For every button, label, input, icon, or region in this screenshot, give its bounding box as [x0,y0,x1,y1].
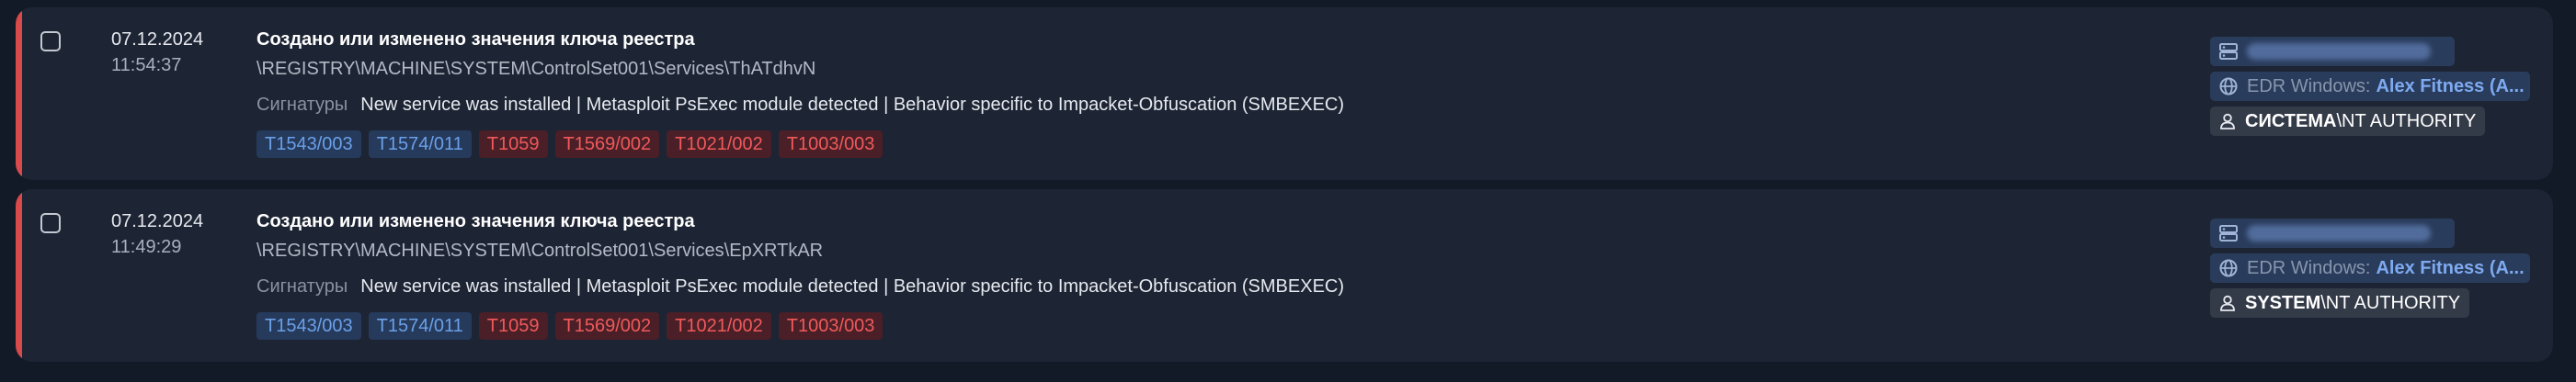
server-icon [2219,43,2238,60]
technique-tag[interactable]: T1003/003 [778,130,883,158]
severity-indicator [16,189,22,362]
signatures-row: Сигнатуры New service was installed | Met… [256,276,1344,298]
signatures-label: Сигнатуры [256,95,348,115]
technique-tags: T1543/003 T1574/011 T1059 T1569/002 T102… [256,130,883,158]
technique-tag[interactable]: T1059 [478,130,548,158]
event-list: 07.12.2024 11:54:37 Создано или изменено… [0,0,2576,382]
registry-path: \REGISTRY\MACHINE\SYSTEM\ControlSet001\S… [256,59,816,79]
server-icon [2219,225,2238,242]
event-card[interactable]: 07.12.2024 11:49:29 Создано или изменено… [16,189,2553,362]
edr-label: EDR Windows: [2247,257,2371,278]
globe-icon [2219,77,2238,96]
technique-tag[interactable]: T1569/002 [554,130,660,158]
user-icon [2219,113,2236,129]
technique-tag[interactable]: T1059 [478,312,548,340]
technique-tag[interactable]: T1574/011 [368,130,472,158]
event-time: 11:54:37 [111,55,182,75]
technique-tag[interactable]: T1543/003 [256,130,361,158]
host-chip[interactable] [2210,219,2455,248]
edr-source-chip[interactable]: EDR Windows: Alex Fitness (A... [2210,253,2530,283]
technique-tags: T1543/003 T1574/011 T1059 T1569/002 T102… [256,312,883,340]
edr-label: EDR Windows: [2247,75,2371,96]
technique-tag[interactable]: T1574/011 [368,312,472,340]
technique-tag[interactable]: T1003/003 [778,312,883,340]
event-title[interactable]: Создано или изменено значения ключа реес… [256,211,695,232]
event-date: 07.12.2024 [111,211,204,231]
user-domain: СИСТЕМА [2245,110,2337,131]
user-icon [2219,295,2236,311]
globe-icon [2219,259,2238,277]
signatures-label: Сигнатуры [256,276,348,297]
event-date: 07.12.2024 [111,29,204,50]
edr-name: Alex Fitness (A... [2376,75,2525,96]
hostname-redacted [2247,43,2431,60]
user-authority: \NT AUTHORITY [2320,292,2461,313]
event-time: 11:49:29 [111,237,182,257]
signatures-text: New service was installed | Metasploit P… [360,95,1345,115]
host-chip[interactable] [2210,37,2455,66]
severity-indicator [16,7,22,180]
select-checkbox[interactable] [40,213,61,233]
event-card[interactable]: 07.12.2024 11:54:37 Создано или изменено… [16,7,2553,180]
signatures-text: New service was installed | Metasploit P… [360,276,1345,297]
registry-path: \REGISTRY\MACHINE\SYSTEM\ControlSet001\S… [256,241,824,261]
user-domain: SYSTEM [2245,292,2321,313]
technique-tag[interactable]: T1021/002 [667,130,771,158]
hostname-redacted [2247,225,2431,242]
user-chip[interactable]: СИСТЕМА \NT AUTHORITY [2210,107,2486,136]
technique-tag[interactable]: T1543/003 [256,312,361,340]
select-checkbox[interactable] [40,31,61,51]
edr-source-chip[interactable]: EDR Windows: Alex Fitness (A... [2210,72,2530,101]
edr-name: Alex Fitness (A... [2376,257,2525,278]
user-chip[interactable]: SYSTEM \NT AUTHORITY [2210,288,2470,318]
technique-tag[interactable]: T1569/002 [554,312,660,340]
technique-tag[interactable]: T1021/002 [667,312,771,340]
signatures-row: Сигнатуры New service was installed | Met… [256,95,1344,116]
user-authority: \NT AUTHORITY [2336,110,2477,131]
event-title[interactable]: Создано или изменено значения ключа реес… [256,29,695,51]
